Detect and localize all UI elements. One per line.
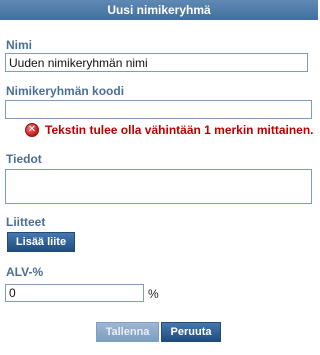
dialog-title: Uusi nimikeryhmä xyxy=(0,0,318,20)
vat-input[interactable] xyxy=(5,284,144,302)
name-label: Nimi xyxy=(6,38,33,52)
cancel-button[interactable]: Peruuta xyxy=(161,322,221,342)
attachments-label: Liitteet xyxy=(6,215,46,229)
code-error-text: Tekstin tulee olla vähintään 1 merkin mi… xyxy=(45,123,314,137)
info-label: Tiedot xyxy=(6,152,42,166)
code-input[interactable] xyxy=(5,100,312,119)
code-label: Nimikeryhmän koodi xyxy=(6,84,125,98)
name-input[interactable] xyxy=(5,53,308,72)
vat-label: ALV-% xyxy=(6,265,44,279)
code-error-message: ✕ Tekstin tulee olla vähintään 1 merkin … xyxy=(25,122,314,138)
error-icon: ✕ xyxy=(25,123,39,137)
info-textarea[interactable] xyxy=(5,169,312,204)
save-button[interactable]: Tallenna xyxy=(96,322,159,342)
vat-percent-unit: % xyxy=(148,287,159,301)
add-attachment-button[interactable]: Lisää liite xyxy=(7,232,75,252)
